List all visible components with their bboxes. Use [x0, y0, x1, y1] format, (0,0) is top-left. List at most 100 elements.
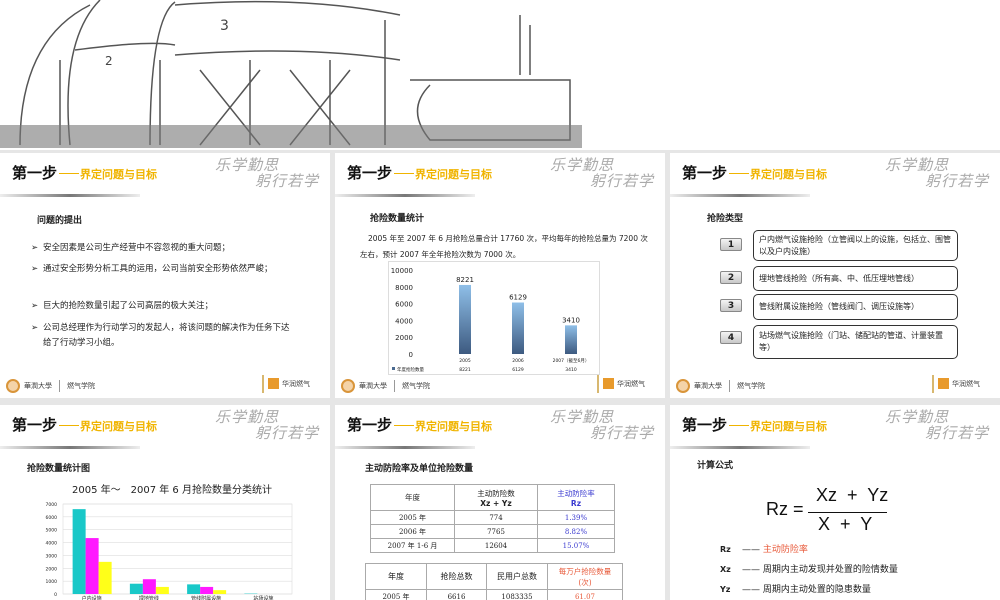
title-underline — [335, 446, 475, 449]
svg-text:3: 3 — [220, 18, 229, 34]
svg-text:2: 2 — [105, 54, 113, 68]
y-tick-label: 8000 — [395, 284, 413, 292]
table-value: 3410 — [565, 367, 577, 373]
slide-title: 第一步 界定问题与目标 — [12, 416, 158, 434]
table-header: 年度 — [365, 563, 427, 590]
type-box: 埋地管线抢险（所有高、中、低压埋地管线） — [753, 266, 958, 291]
motto-calligraphy-logo: 乐学勤思 躬行若学 — [550, 408, 655, 442]
chart-title: 2005 年～ 2007 年 6 月抢险数量分类统计 — [72, 485, 272, 496]
y-tick-label: 0 — [54, 592, 57, 598]
y-tick-label: 0 — [409, 351, 413, 359]
formula-lhs: Rz = — [766, 499, 804, 519]
table-header: 民用户总数 — [486, 563, 548, 590]
slide-1-problem-statement[interactable]: 第一步 界定问题与目标 乐学勤思 躬行若学 问题的提出 ➢ 安全因素是公司生产经营中不… — [0, 153, 330, 398]
data-label: 6129 — [509, 294, 527, 302]
x-tick-label: 埋地管线 — [139, 595, 159, 600]
slide-title: 第一步 界定问题与目标 — [347, 416, 493, 434]
data-label: 8221 — [456, 276, 474, 284]
slide-heading: 计算公式 — [697, 461, 734, 471]
banner: 3 2 — [0, 0, 1000, 150]
motto-calligraphy-logo: 乐学勤思 躬行若学 — [885, 408, 990, 442]
y-tick-label: 4000 — [46, 541, 58, 547]
y-tick-label: 3000 — [46, 553, 58, 559]
x-tick-label: 2007（截至6月） — [553, 357, 590, 364]
y-tick-label: 2000 — [46, 566, 58, 572]
number-badge: 2 — [720, 271, 742, 284]
definition-rz: Rz —— 主动防险率 — [720, 545, 808, 555]
number-badge: 1 — [720, 238, 742, 251]
slide-5-rate-tables[interactable]: 第一步 界定问题与目标 乐学勤思 躬行若学 主动防险率及单位抢险数量 年度 主动防险数… — [335, 405, 665, 600]
category-bar-chart: 0 1000 2000 3000 4000 5000 6000 7000 户内设施 埋地管线 管线附… — [46, 502, 293, 600]
slide-title: 第一步 界定问题与目标 — [347, 164, 493, 182]
bullet-item: ➢ 安全因素是公司生产经营中不容忽视的重大问题； — [31, 243, 231, 253]
bar — [85, 538, 99, 594]
table-header: 主动防险数 Xz + Yz — [454, 484, 538, 511]
legend-label: 年度抢险数量 — [397, 366, 424, 373]
university-seal-icon — [341, 379, 355, 393]
table-row: 2005 年 6616 1083335 61.07 — [365, 589, 623, 600]
legend-swatch — [392, 367, 395, 370]
bar — [200, 586, 214, 594]
table-row: 2006 年 7765 8.82% — [370, 524, 615, 539]
type-box: 管线附属设施抢险（管线阀门、调压设施等） — [753, 294, 958, 320]
fraction-bar — [808, 512, 887, 513]
title-underline — [670, 446, 810, 449]
y-tick-label: 4000 — [395, 317, 413, 325]
slide-footer: 華潤大學 燃气学院 华润燃气 — [335, 375, 665, 398]
motto-calligraphy-logo: 乐学勤思 躬行若学 — [215, 156, 320, 190]
university-seal-icon — [676, 379, 690, 393]
formula-numerator: Xz + Yz — [816, 485, 889, 505]
annual-bar-chart: 0 2000 4000 6000 8000 10000 8221 2005 8221 6129 20… — [388, 261, 600, 375]
slide-footer: 華潤大學 燃气学院 华润燃气 — [670, 375, 1000, 398]
slide-heading: 问题的提出 — [37, 216, 83, 226]
slide-heading: 抢险数量统计图 — [27, 464, 91, 474]
motto-calligraphy-logo: 乐学勤思 躬行若学 — [550, 156, 655, 190]
gas-tank-sketch-image: 3 2 — [0, 0, 582, 148]
university-seal-icon — [6, 379, 20, 393]
definition-xz: Xz —— 周期内主动发现并处置的险情数量 — [720, 565, 898, 575]
x-tick-label: 2006 — [512, 358, 524, 364]
footer-brand: 華潤大學 — [24, 382, 52, 390]
bar — [187, 584, 201, 594]
slide-heading: 主动防险率及单位抢险数量 — [365, 464, 474, 474]
table-row: 2005 年 774 1.39% — [370, 510, 615, 525]
per-household-table: 年度 抢险总数 民用户总数 每万户抢险数量 (次) 2005 年 6616 1083335 6… — [365, 563, 623, 600]
type-box: 站场燃气设施抢险（门站、储配站的管道、计量装置等） — [753, 325, 958, 359]
table-header: 抢险总数 — [426, 563, 487, 590]
bar — [129, 583, 143, 594]
motto-calligraphy-logo: 乐学勤思 躬行若学 — [215, 408, 320, 442]
y-tick-label: 10000 — [391, 267, 413, 275]
bar — [155, 586, 169, 594]
bullet-item: ➢ 通过安全形势分析工具的运用，公司当前安全形势依然严峻； — [31, 264, 273, 274]
slide-heading: 抢险数量统计 — [370, 214, 425, 224]
slide-6-formula[interactable]: 第一步 界定问题与目标 乐学勤思 躬行若学 计算公式 Rz = Xz + Yz X … — [670, 405, 1000, 600]
footer-company: 华润燃气 — [282, 379, 310, 388]
data-label: 3410 — [562, 316, 580, 324]
slide-2-emergency-stats[interactable]: 第一步 界定问题与目标 乐学勤思 躬行若学 抢险数量统计 2005 年至 2007 … — [335, 153, 665, 398]
slide-footer: 華潤大學 燃气学院 华润燃气 — [0, 375, 330, 398]
table-header: 主动防险率 Rz — [537, 484, 615, 511]
table-header: 每万户抢险数量 (次) — [547, 563, 623, 590]
bar — [512, 302, 524, 354]
table-row: 2007 年 1-6 月 12604 15.07% — [370, 538, 615, 553]
table-value: 8221 — [459, 367, 471, 373]
title-underline — [0, 446, 140, 449]
x-tick-label: 2005 — [459, 358, 471, 364]
slide-4-category-chart[interactable]: 第一步 界定问题与目标 乐学勤思 躬行若学 抢险数量统计图 2005 年～ 2007… — [0, 405, 330, 600]
slide-3-emergency-types[interactable]: 第一步 界定问题与目标 乐学勤思 躬行若学 抢险类型 1 户内燃气设施抢险（立管阀以… — [670, 153, 1000, 398]
y-tick-label: 2000 — [395, 334, 413, 342]
type-box: 户内燃气设施抢险（立管阀以上的设施，包括立、围管以及户内设施） — [753, 230, 958, 261]
title-underline — [335, 194, 475, 197]
footer-brand: 華潤大學 — [359, 382, 387, 390]
title-underline — [670, 194, 810, 197]
number-badge: 3 — [720, 299, 742, 312]
motto-calligraphy-logo: 乐学勤思 躬行若学 — [885, 156, 990, 190]
x-tick-label: 管线附属设施 — [191, 595, 221, 600]
bar — [565, 325, 577, 354]
x-tick-label: 站场设施 — [253, 595, 273, 600]
y-tick-label: 6000 — [46, 515, 58, 521]
footer-college: 燃气学院 — [737, 382, 765, 390]
footer-college: 燃气学院 — [402, 382, 430, 390]
footer-company: 华润燃气 — [952, 379, 980, 388]
y-tick-label: 1000 — [46, 579, 58, 585]
